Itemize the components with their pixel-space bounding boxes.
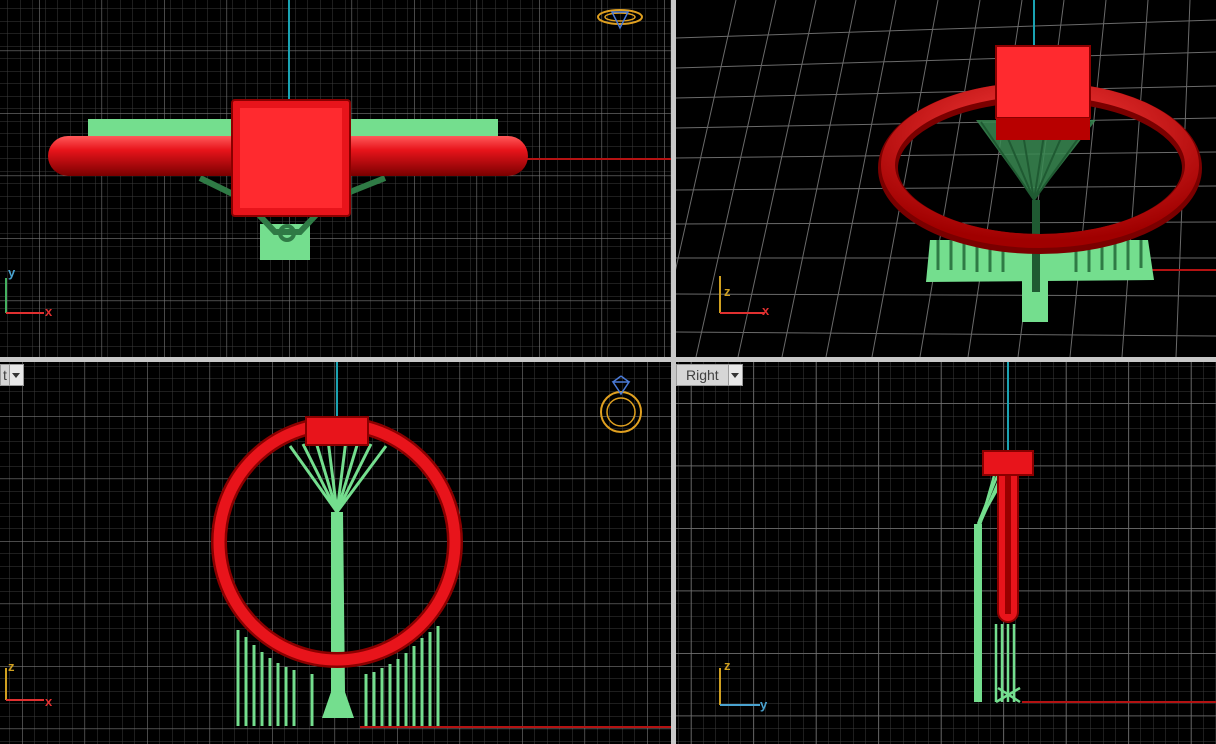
ring-setting <box>995 45 1091 119</box>
viewport-splitter-vertical[interactable] <box>671 0 676 744</box>
dropdown-arrow-icon[interactable] <box>727 365 742 385</box>
viewport-tab-label: Right <box>686 367 719 383</box>
ring-band-inner <box>1005 474 1011 614</box>
dropdown-arrow-icon[interactable] <box>8 365 23 385</box>
axis-label-v: z <box>724 658 731 673</box>
top-scene <box>0 0 671 357</box>
axis-label-h: y <box>760 697 768 712</box>
viewport-top[interactable]: y x <box>0 0 671 357</box>
axis-label-h: x <box>762 303 770 318</box>
viewport-tab-front[interactable]: t <box>0 364 24 386</box>
perspective-scene <box>676 0 1216 357</box>
viewport-front[interactable]: t z x <box>0 362 671 744</box>
front-scene <box>0 362 671 744</box>
axis-label-v: y <box>8 265 16 280</box>
perspective-grid <box>676 0 1216 357</box>
viewport-right[interactable]: Right z y <box>676 362 1216 744</box>
viewport-tab-right[interactable]: Right <box>676 364 743 386</box>
right-scene <box>676 362 1216 744</box>
support-column <box>974 524 982 702</box>
axis-label-v: z <box>724 284 731 299</box>
axis-label-v: z <box>8 659 15 674</box>
viewport-tab-label: t <box>3 367 7 383</box>
setting-face <box>240 108 342 208</box>
ring-setting <box>305 416 369 446</box>
ring-setting <box>982 450 1034 476</box>
viewport-perspective[interactable]: z x <box>676 0 1216 357</box>
viewport-splitter-horizontal[interactable] <box>0 357 1216 362</box>
grid-major <box>676 362 1216 744</box>
setting-side <box>996 118 1090 140</box>
axis-label-h: x <box>45 304 53 319</box>
axis-label-h: x <box>45 694 53 709</box>
